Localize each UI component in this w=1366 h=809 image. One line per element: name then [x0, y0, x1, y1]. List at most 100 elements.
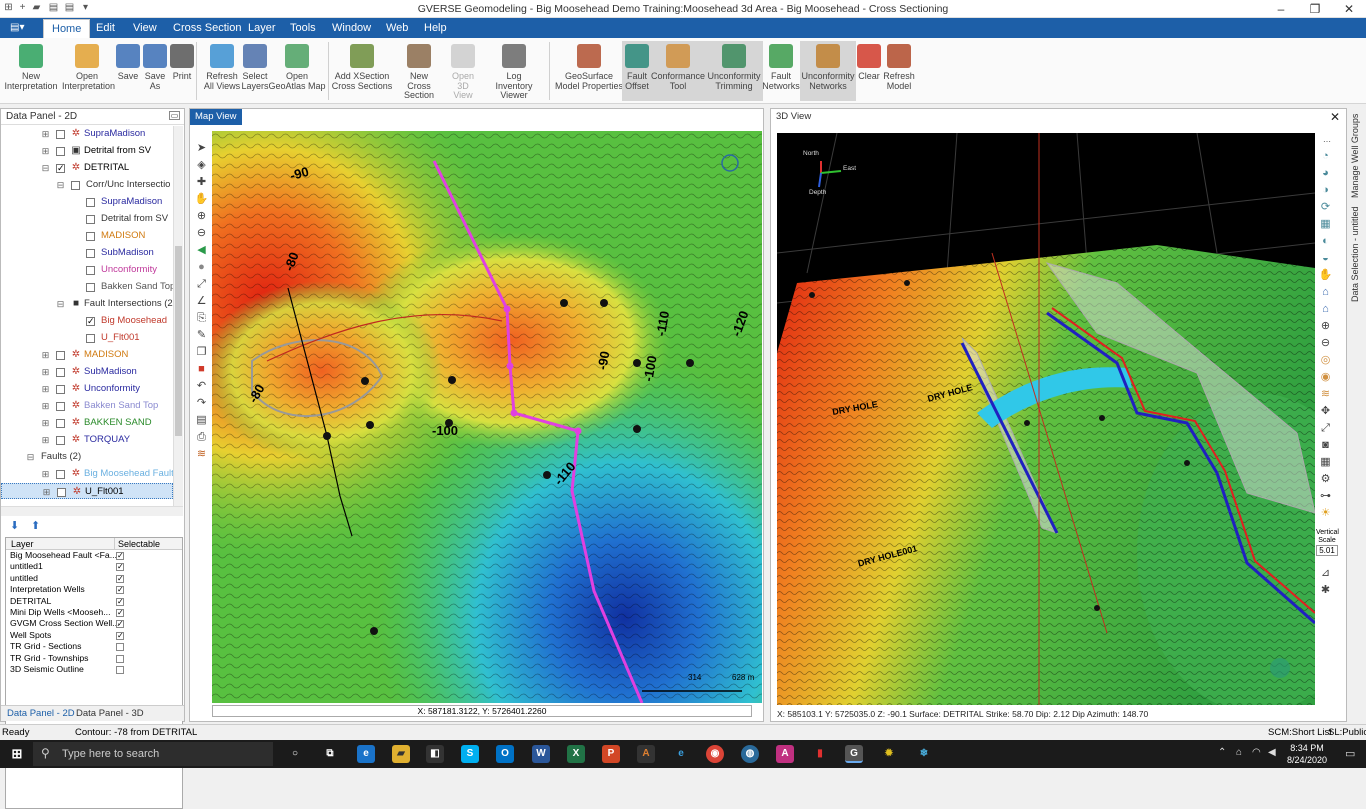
well-view-icon[interactable]: ◒ [1318, 251, 1333, 266]
tree-item[interactable]: U_Flt001 [1, 330, 173, 346]
save-as-button[interactable]: Save As [142, 41, 168, 101]
minimize-button[interactable]: – [1264, 0, 1298, 18]
log-inventory-viewer-button[interactable]: Log Inventory Viewer [481, 41, 547, 101]
selectable-checkbox[interactable]: ✓ [116, 563, 124, 572]
tree-checkbox[interactable]: ✓ [86, 317, 95, 326]
powerpoint-icon[interactable]: P [602, 745, 620, 763]
pdf-icon[interactable]: A [776, 745, 794, 763]
maximize-button[interactable]: ❐ [1298, 0, 1332, 18]
store-icon[interactable]: ◧ [426, 745, 444, 763]
map-canvas[interactable]: -90 -80 -80 -90 -100 -110 -120 -100 -110… [212, 131, 762, 703]
menu-cross-section[interactable]: Cross Section [173, 22, 241, 34]
well-view-icon[interactable]: ◔ [1318, 149, 1333, 164]
zoom-in-icon[interactable]: ⊕ [194, 209, 209, 224]
stop-icon[interactable]: ■ [194, 362, 209, 377]
tree-item[interactable]: Bakken Sand Top [1, 279, 173, 295]
3d-scene-svg[interactable] [777, 133, 1315, 705]
tree-item[interactable]: ⊟ ✓ ✲ DETRITAL [1, 160, 173, 176]
close-3d-view-icon[interactable]: ✕ [1330, 110, 1340, 124]
word-icon[interactable]: W [532, 745, 550, 763]
open-geoatlas-map-button[interactable]: Open GeoAtlas Map [268, 41, 326, 101]
selectable-checkbox[interactable] [116, 643, 124, 652]
tree-item[interactable]: ⊟ ■ Fault Intersections (2 [1, 296, 173, 312]
sun-app-icon[interactable]: ✹ [880, 745, 898, 763]
well-view-icon[interactable]: ◑ [1318, 183, 1333, 198]
layer-table-row[interactable]: untitled ✓ [6, 573, 182, 584]
table-icon[interactable]: ▦ [1318, 455, 1333, 470]
menu-layer[interactable]: Layer [248, 22, 276, 34]
selectable-checkbox[interactable]: ✓ [116, 597, 124, 606]
tree-item[interactable]: ⊞ ✲ Unconformity [1, 381, 173, 397]
tree-item[interactable]: ⊞ ✲ BAKKEN SAND [1, 415, 173, 431]
selectable-checkbox[interactable]: ✓ [116, 608, 124, 617]
new-interpretation-button[interactable]: New Interpretation [4, 41, 58, 101]
layer-table-row[interactable]: Interpretation Wells ✓ [6, 584, 182, 595]
layer-table-row[interactable]: untitled1 ✓ [6, 561, 182, 572]
menu-help[interactable]: Help [424, 22, 447, 34]
add-xsection-cross-sections-button[interactable]: Add XSection Cross Sections [331, 41, 393, 101]
volume-icon[interactable]: ◀ [1268, 747, 1276, 758]
tree-checkbox[interactable] [86, 198, 95, 207]
measure-icon[interactable]: ∠ [194, 294, 209, 309]
clock-time[interactable]: 8:34 PM [1282, 743, 1332, 753]
well-view-icon[interactable]: ◐ [1318, 234, 1333, 249]
globe-app-icon[interactable]: ◍ [741, 745, 759, 763]
menu-web[interactable]: Web [386, 22, 408, 34]
expand-icon[interactable]: ⊞ [41, 419, 50, 428]
layer-table-row[interactable]: Mini Dip Wells <Mooseh... ✓ [6, 607, 182, 618]
layers-icon[interactable]: ▤ [194, 413, 209, 428]
snowflake-app-icon[interactable]: ❄ [915, 745, 933, 763]
geosurface-model-properties-button[interactable]: GeoSurface Model Properties [554, 41, 624, 101]
selectable-checkbox[interactable]: ✓ [116, 574, 124, 583]
tree-item[interactable]: ⊞ ✲ SubMadison [1, 364, 173, 380]
contour-map-svg[interactable] [212, 131, 762, 703]
panel-pin-icon[interactable]: ▭ [169, 111, 180, 120]
pan-hand-icon[interactable]: ✋ [194, 192, 209, 207]
menu-edit[interactable]: Edit [96, 22, 115, 34]
expand-icon[interactable]: ⊟ [26, 453, 35, 462]
tab-data-selection[interactable]: Data Selection - untitled [1350, 204, 1364, 304]
zoom-out-icon[interactable]: ⊖ [194, 226, 209, 241]
back-icon[interactable]: ◀ [194, 243, 209, 258]
well-view-icon[interactable]: ◕ [1318, 166, 1333, 181]
fit-extent-icon[interactable]: ⤢ [194, 277, 209, 292]
print-icon[interactable]: ⎙ [194, 430, 209, 445]
tree-item[interactable]: ⊞ ✲ MADISON [1, 347, 173, 363]
tree-checkbox[interactable] [56, 368, 65, 377]
unconformity-networks-button[interactable]: Unconformity Networks [800, 41, 856, 101]
tree-checkbox[interactable] [56, 147, 65, 156]
rotate-icon[interactable]: ⟳ [1318, 200, 1333, 215]
select-arrow-icon[interactable]: ➤ [194, 141, 209, 156]
vertical-scale-input[interactable]: 5.01 [1316, 545, 1338, 556]
expand-icon[interactable]: ⊞ [41, 130, 50, 139]
app-menu-icon[interactable]: ▤▾ [10, 22, 24, 33]
tree-checkbox[interactable] [56, 402, 65, 411]
tree-item[interactable]: ⊞ ✲ Big Moosehead Fault [1, 466, 173, 482]
windows-start-icon[interactable]: ⊞ [8, 745, 26, 763]
tab-data-panel-2d[interactable]: Data Panel - 2D [7, 708, 75, 719]
tree-checkbox[interactable] [86, 283, 95, 292]
expand-icon[interactable]: ⊞ [42, 488, 51, 497]
ie-icon[interactable]: e [672, 745, 690, 763]
layer-table-row[interactable]: DETRITAL ✓ [6, 596, 182, 607]
tree-checkbox[interactable] [56, 436, 65, 445]
file-explorer-icon[interactable]: ▰ [392, 745, 410, 763]
tray-chevron-icon[interactable]: ⌃ [1218, 747, 1226, 758]
home-alt-icon[interactable]: ⌂ [1318, 302, 1333, 317]
tab-map-view[interactable]: Map View [190, 109, 242, 125]
selectable-checkbox[interactable] [116, 654, 124, 663]
fault-offset-button[interactable]: Fault Offset [622, 41, 652, 101]
add-point-icon[interactable]: ✚ [194, 175, 209, 190]
skype-icon[interactable]: S [461, 745, 479, 763]
tree-item[interactable]: ⊞ ✲ U_Flt001 [1, 483, 173, 499]
selectable-checkbox[interactable]: ✓ [116, 631, 124, 640]
open-interpretation-button[interactable]: Open Interpretation [62, 41, 115, 101]
print-button[interactable]: Print [170, 41, 194, 101]
tree-item[interactable]: ⊟ Faults (2) [1, 449, 173, 465]
menu-view[interactable]: View [133, 22, 157, 34]
insert-icon[interactable]: ⎘ [194, 311, 209, 326]
tree-scrollbar[interactable] [173, 126, 183, 506]
gverse-app-icon[interactable]: G [845, 745, 863, 763]
zoom-in-icon[interactable]: ⊕ [1318, 319, 1333, 334]
copy-icon[interactable]: ❐ [194, 345, 209, 360]
